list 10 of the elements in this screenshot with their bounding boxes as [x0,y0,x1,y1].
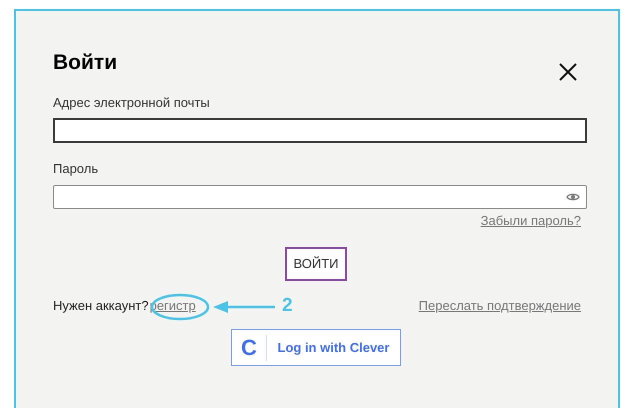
clever-logo: C [240,334,258,362]
login-button[interactable]: ВОЙТИ [285,247,347,281]
resend-confirmation-link[interactable]: Переслать подтверждение [418,296,581,316]
email-label: Адрес электронной почты [53,95,210,110]
clever-login-button[interactable]: C Log in with Clever [231,329,401,366]
need-account-text: Нужен аккаунт? [53,297,149,316]
password-label: Пароль [53,161,98,176]
forgot-password-link[interactable]: Забыли пароль? [480,213,581,229]
dialog-title: Войти [53,50,118,76]
annotation-number: 2 [282,295,293,317]
